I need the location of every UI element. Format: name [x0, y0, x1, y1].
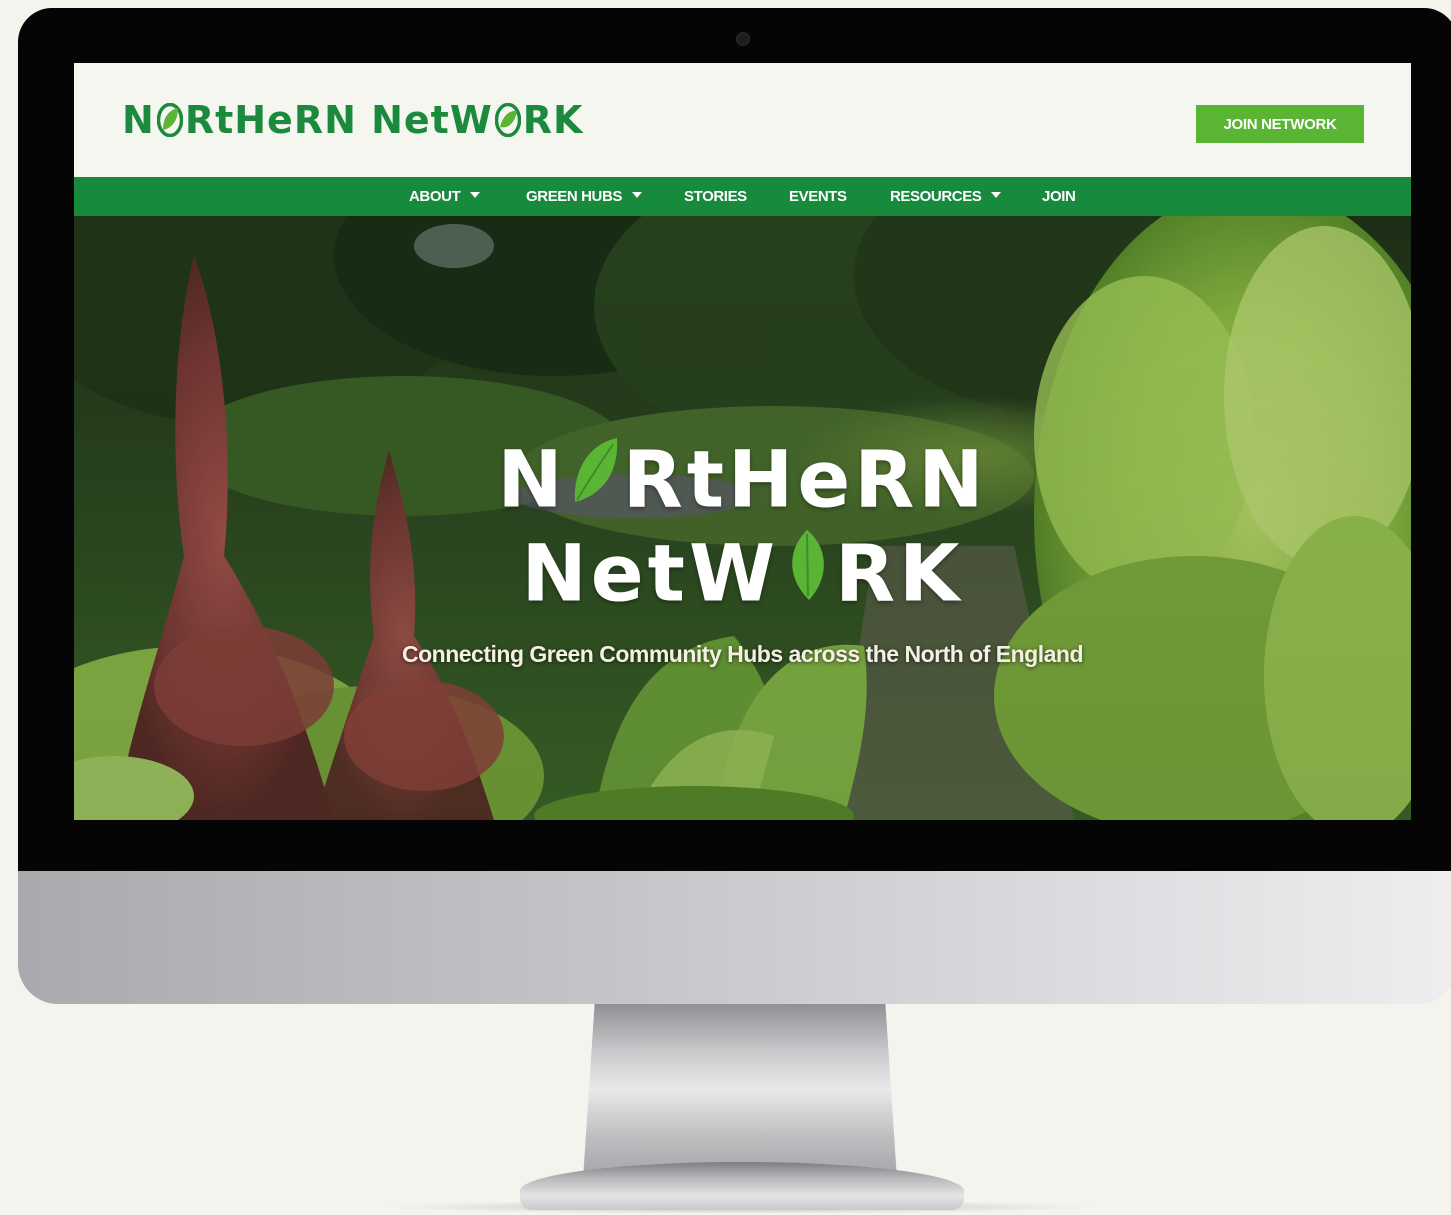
nav-item-stories[interactable]: STORIES [684, 177, 747, 216]
nav-item-label: STORIES [684, 188, 747, 205]
main-navigation: ABOUT GREEN HUBS STORIES EVENTS RESOURCE… [74, 177, 1411, 216]
browser-screen: N RtHeRN NetW RK JOIN NETWORK ABOUT GREE… [74, 63, 1411, 820]
leaf-icon [494, 103, 521, 137]
nav-item-label: RESOURCES [890, 188, 982, 205]
hero-title-line-1: N RtHeRN [74, 438, 1411, 532]
hero-title-text: N [497, 435, 567, 526]
hero-title-line-2: NetW RK [74, 529, 1411, 626]
nav-item-label: GREEN HUBS [526, 188, 623, 205]
join-network-button[interactable]: JOIN NETWORK [1196, 105, 1364, 143]
caret-down-icon [632, 192, 643, 199]
nav-item-join[interactable]: JOIN [1042, 177, 1076, 216]
leaf-icon [779, 526, 835, 620]
logo-text-middle: RtHeRN NetW [184, 98, 493, 142]
caret-down-icon [470, 192, 481, 199]
nav-item-about[interactable]: ABOUT [409, 177, 481, 216]
hero-title-text: RtHeRN [622, 435, 988, 526]
site-logo[interactable]: N RtHeRN NetW RK [122, 101, 583, 139]
hero-banner: N RtHeRN NetW RK Connecting Green Communit… [74, 216, 1411, 820]
caret-down-icon [991, 192, 1002, 199]
hero-tagline: Connecting Green Community Hubs across t… [402, 641, 1084, 667]
nav-item-resources[interactable]: RESOURCES [890, 177, 1002, 216]
logo-text-start: N [122, 98, 155, 142]
site-header: N RtHeRN NetW RK JOIN NETWORK [74, 63, 1411, 177]
hero-title-text: RK [835, 529, 964, 620]
hero-title-text: NetW [521, 529, 779, 620]
nav-item-events[interactable]: EVENTS [789, 177, 847, 216]
leaf-icon [156, 103, 183, 137]
monitor-stand-base [520, 1162, 964, 1210]
nav-item-label: EVENTS [789, 188, 847, 205]
leaf-icon [567, 432, 623, 526]
nav-item-label: ABOUT [409, 188, 461, 205]
camera-icon [736, 32, 750, 46]
monitor-chin [18, 871, 1451, 1004]
nav-item-label: JOIN [1042, 188, 1076, 205]
nav-item-green-hubs[interactable]: GREEN HUBS [526, 177, 643, 216]
hero-title: N RtHeRN NetW RK [74, 438, 1411, 626]
logo-text-end: RK [522, 98, 584, 142]
